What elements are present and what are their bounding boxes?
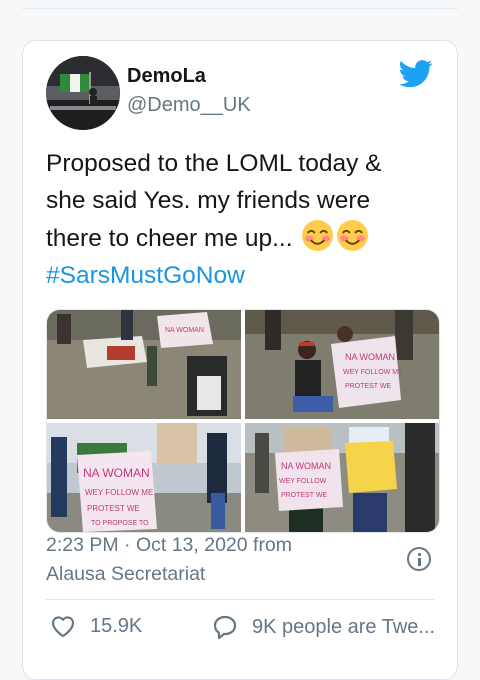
svg-text:TO PROPOSE TO: TO PROPOSE TO <box>91 520 149 527</box>
svg-text:PROTEST WE: PROTEST WE <box>87 504 140 513</box>
blushing-face-emoji-icon <box>302 220 334 251</box>
tweet-text: Proposed to the LOML today & she said Ye… <box>46 145 446 294</box>
twitter-bird-icon[interactable] <box>399 59 433 89</box>
blushing-face-emoji-icon <box>337 220 369 251</box>
svg-text:NA WOMAN: NA WOMAN <box>165 327 204 334</box>
svg-text:WEY FOLLOW ME: WEY FOLLOW ME <box>85 488 153 497</box>
svg-text:NA WOMAN: NA WOMAN <box>281 461 331 471</box>
tweet-text-line: Proposed to the LOML today & <box>46 150 382 177</box>
speech-bubble-icon <box>213 615 237 640</box>
photo-1[interactable]: NA WOMAN <box>47 310 241 419</box>
tweet-meta: 2:23 PM · Oct 13, 2020 from Alausa Secre… <box>46 531 442 589</box>
svg-text:WEY FOLLOW: WEY FOLLOW <box>279 478 327 485</box>
hashtag-link[interactable]: #SarsMustGoNow <box>46 257 446 294</box>
photo-3[interactable]: NA WOMAN WEY FOLLOW ME PROTEST WE TO PRO… <box>47 423 241 532</box>
heart-icon <box>51 616 75 638</box>
avatar[interactable] <box>46 56 120 130</box>
media-grid[interactable]: NA WOMAN NA WOMAN WEY FOLLOW ME PROTEST … <box>46 309 440 533</box>
user-handle[interactable]: @Demo__UK <box>127 94 251 117</box>
photo-2[interactable]: NA WOMAN WEY FOLLOW ME PROTEST WE <box>245 310 439 419</box>
like-count: 15.9K <box>90 614 143 637</box>
tweet-text-segment: there to cheer me up... <box>46 225 293 252</box>
actions-divider <box>46 599 434 600</box>
svg-text:PROTEST WE: PROTEST WE <box>281 492 327 499</box>
tweet-text-line: there to cheer me up... <box>46 219 446 257</box>
top-divider <box>22 8 458 9</box>
tweet-text-line: she said Yes. my friends were <box>46 187 371 214</box>
reply-label: 9K people are Twe... <box>252 615 436 638</box>
action-bar: 15.9K 9K people are Twe... <box>46 614 442 644</box>
timestamp[interactable]: 2:23 PM · Oct 13, 2020 from <box>46 531 442 560</box>
like-button[interactable]: 15.9K <box>50 614 142 638</box>
svg-text:PROTEST WE: PROTEST WE <box>345 383 391 390</box>
display-name[interactable]: DemoLa <box>127 65 206 88</box>
svg-text:NA WOMAN: NA WOMAN <box>83 466 150 480</box>
info-icon[interactable] <box>407 547 431 571</box>
reply-button[interactable]: 9K people are Twe... <box>212 614 435 640</box>
svg-text:WEY FOLLOW ME: WEY FOLLOW ME <box>343 369 403 376</box>
tweet-card[interactable]: DemoLa @Demo__UK Proposed to the LOML to… <box>22 40 458 680</box>
photo-4[interactable]: NA WOMAN WEY FOLLOW PROTEST WE <box>245 423 439 532</box>
svg-text:NA WOMAN: NA WOMAN <box>345 352 395 362</box>
location[interactable]: Alausa Secretariat <box>46 560 442 589</box>
